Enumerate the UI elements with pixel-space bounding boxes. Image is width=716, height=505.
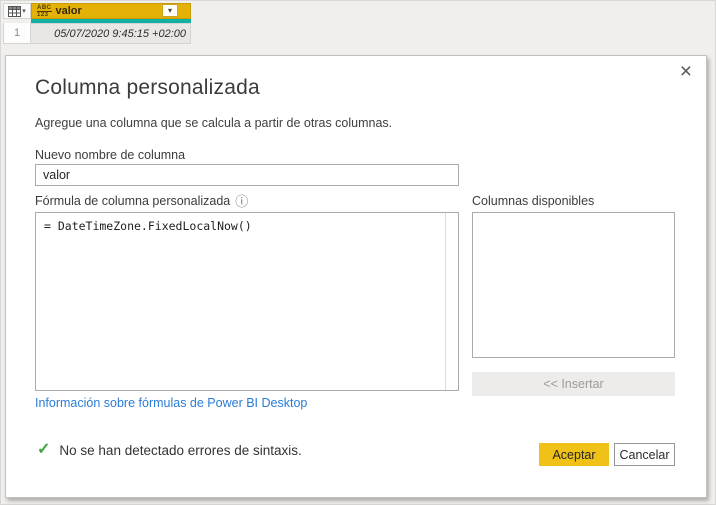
new-column-name-input[interactable] — [35, 164, 459, 186]
table-select-all-cell[interactable]: ▾ — [3, 3, 31, 19]
formula-label: Fórmula de columna personalizada — [35, 194, 231, 208]
filter-chevron-icon: ▾ — [167, 5, 172, 15]
accept-button[interactable]: Aceptar — [539, 443, 609, 466]
insert-button[interactable]: << Insertar — [472, 372, 675, 396]
formula-label-row: Fórmula de columna personalizada ⓘ — [35, 194, 248, 208]
column-filter-button[interactable]: ▾ — [162, 4, 178, 17]
close-button[interactable]: × — [680, 58, 692, 85]
formula-textarea[interactable]: = DateTimeZone.FixedLocalNow() — [36, 213, 458, 390]
info-icon: ⓘ — [235, 193, 249, 209]
table-menu-chevron-icon: ▾ — [22, 7, 26, 15]
available-columns-label: Columnas disponibles — [472, 194, 595, 208]
syntax-status-row: ✓ No se han detectado errores de sintaxi… — [37, 442, 302, 458]
dialog-subtitle: Agregue una columna que se calcula a par… — [35, 116, 393, 130]
available-columns-list[interactable] — [472, 212, 675, 358]
page: ▾ ABC 123 valor ▾ 1 05/07/2020 9:45:15 +… — [0, 0, 716, 505]
formula-scrollbar[interactable] — [445, 213, 446, 390]
formula-help-link[interactable]: Información sobre fórmulas de Power BI D… — [35, 396, 307, 410]
check-icon: ✓ — [37, 441, 51, 458]
cell-value[interactable]: 05/07/2020 9:45:15 +02:00 — [31, 23, 191, 44]
column-name-label: valor — [55, 5, 82, 17]
formula-editor[interactable]: = DateTimeZone.FixedLocalNow() — [35, 212, 459, 391]
syntax-status-text: No se han detectado errores de sintaxis. — [59, 442, 302, 458]
query-preview-table: ▾ ABC 123 valor ▾ 1 05/07/2020 9:45:15 +… — [3, 3, 191, 44]
new-column-name-label: Nuevo nombre de columna — [35, 148, 186, 162]
custom-column-dialog: × Columna personalizada Agregue una colu… — [5, 55, 707, 498]
table-icon — [8, 5, 22, 17]
cancel-button[interactable]: Cancelar — [614, 443, 675, 466]
dialog-title: Columna personalizada — [35, 76, 260, 99]
column-type-abc123-icon: ABC 123 — [37, 4, 52, 18]
row-number: 1 — [3, 23, 31, 44]
